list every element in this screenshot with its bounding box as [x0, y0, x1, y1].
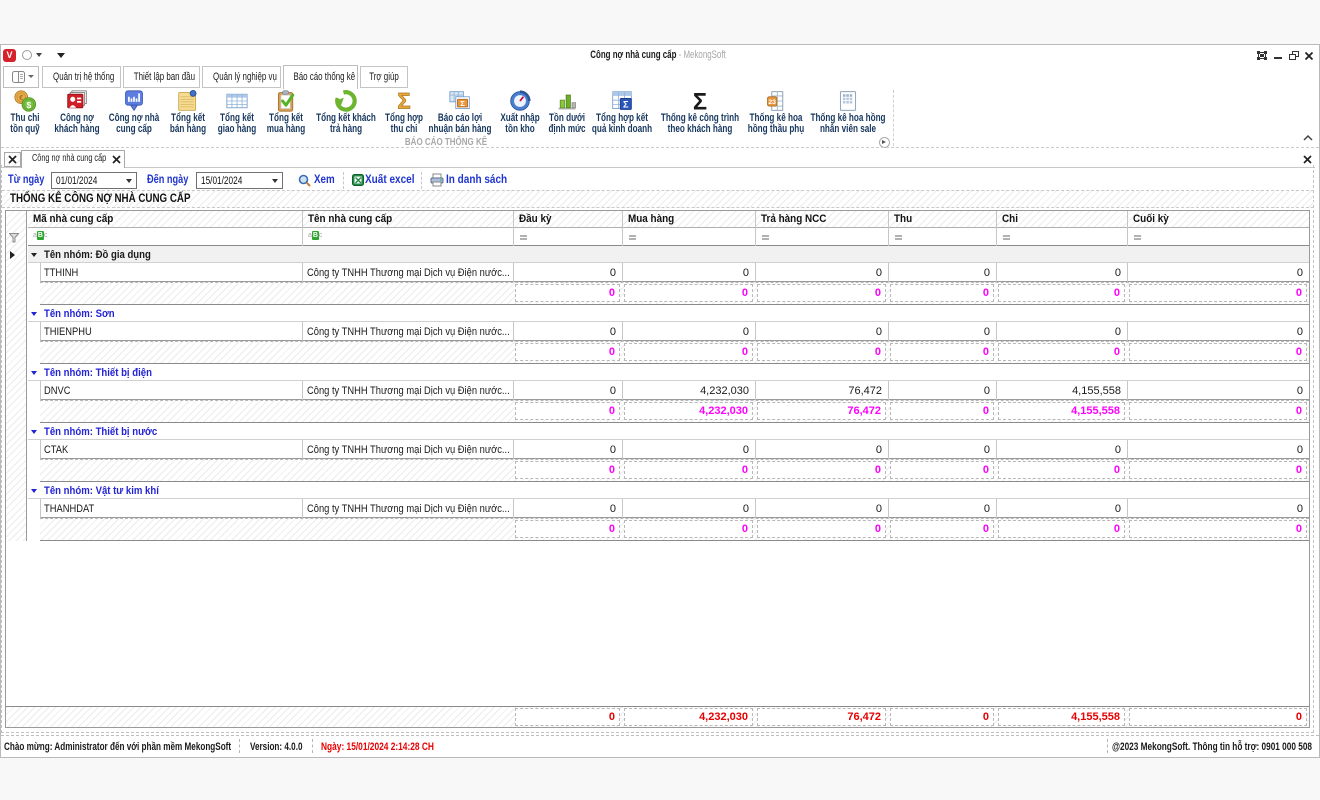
svg-text:Σ: Σ: [397, 90, 410, 112]
svg-text:Σ: Σ: [693, 90, 707, 112]
svg-text:$: $: [26, 100, 31, 110]
svg-text:23: 23: [768, 99, 776, 106]
svg-text:Σ: Σ: [623, 99, 629, 109]
svg-text:Σ: Σ: [460, 99, 465, 108]
